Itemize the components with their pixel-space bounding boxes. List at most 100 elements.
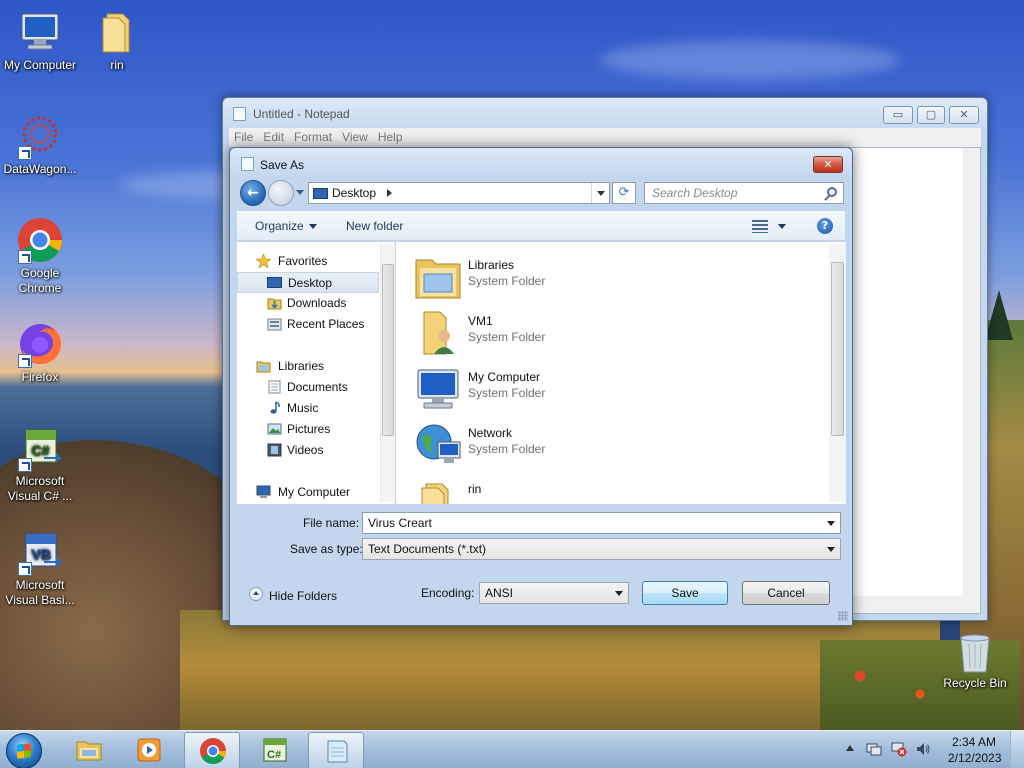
nav-item-downloads[interactable]: Downloads (237, 293, 379, 314)
nav-item-recent-places[interactable]: Recent Places (237, 314, 379, 335)
view-options-chevron-icon[interactable] (778, 224, 786, 229)
chrome-icon (16, 216, 64, 264)
notepad-close-button[interactable]: ✕ (949, 106, 979, 124)
notepad-titlebar[interactable]: Untitled - Notepad ▭ ▢ ✕ (223, 98, 987, 128)
system-clock[interactable]: 2:34 AM 2/12/2023 (948, 734, 1002, 766)
desktop-icon (267, 277, 282, 288)
visual-basic-icon: VB (16, 528, 64, 576)
visual-csharp-icon: C# (16, 424, 64, 472)
desktop-icon-label-line2: Visual Basi... (5, 593, 75, 607)
file-name-input[interactable]: Virus Creart (362, 512, 841, 534)
save-as-type-select[interactable]: Text Documents (*.txt) (362, 538, 841, 560)
notepad-icon (327, 740, 348, 763)
desktop-icon-visual-basic[interactable]: VB Microsoft Visual Basi... (0, 528, 80, 608)
file-name: Libraries (468, 258, 515, 272)
desktop-icon-recycle-bin[interactable]: Recycle Bin (935, 632, 1015, 691)
scrollbar-thumb[interactable] (831, 262, 844, 436)
notepad-icon (241, 157, 254, 171)
desktop-icon-firefox[interactable]: Firefox (0, 320, 80, 385)
volume-icon[interactable] (915, 741, 931, 757)
hide-folders-button[interactable]: Hide Folders (269, 589, 337, 603)
chevron-down-icon[interactable] (827, 547, 835, 552)
nav-libraries[interactable]: Libraries (237, 356, 379, 377)
desktop-icon-label-line1: Microsoft (15, 578, 65, 592)
taskbar-explorer[interactable] (61, 732, 117, 768)
downloads-icon (267, 298, 282, 310)
action-center-icon[interactable] (866, 741, 882, 757)
network-status-icon[interactable] (891, 741, 907, 757)
address-bar[interactable]: Desktop (308, 182, 610, 204)
desktop-icon-label-line2: Chrome (18, 281, 62, 295)
search-input[interactable]: Search Desktop (644, 182, 844, 204)
dialog-close-button[interactable]: ✕ (813, 156, 843, 173)
nav-label: Libraries (278, 359, 325, 373)
file-name-label: File name: (303, 516, 360, 530)
cancel-button[interactable]: Cancel (742, 581, 830, 605)
chevron-down-icon[interactable] (615, 591, 623, 596)
hide-folders-chevron-icon[interactable] (249, 587, 263, 601)
nav-item-music[interactable]: Music (237, 398, 379, 419)
address-dropdown-button[interactable] (591, 183, 609, 203)
nav-item-desktop[interactable]: Desktop (237, 272, 379, 293)
nav-label: Videos (287, 443, 324, 457)
chevron-down-icon[interactable] (827, 521, 835, 526)
forward-button[interactable] (268, 180, 294, 206)
show-hidden-icons-chevron-icon[interactable] (846, 745, 854, 751)
taskbar-chrome[interactable] (184, 732, 240, 768)
computer-icon (256, 485, 271, 498)
file-item-network[interactable]: Network System Folder (406, 418, 806, 470)
refresh-button[interactable]: ⟳ (612, 182, 636, 204)
breadcrumb-chevron-icon[interactable] (387, 189, 392, 197)
show-desktop-button[interactable] (1010, 731, 1024, 768)
scrollbar-thumb[interactable] (382, 264, 394, 436)
file-name-value[interactable]: Virus Creart (368, 516, 432, 530)
desktop-icon-datawagon[interactable]: DataWagon... (0, 112, 80, 177)
navigation-pane-scrollbar[interactable] (380, 244, 395, 502)
maximize-button[interactable]: ▢ (917, 106, 945, 124)
desktop-icon-google-chrome[interactable]: Google Chrome (0, 216, 80, 296)
nav-item-documents[interactable]: Documents (237, 377, 379, 398)
taskbar-notepad[interactable] (308, 732, 364, 768)
taskbar-media-player[interactable] (121, 732, 177, 768)
minimize-button[interactable]: ▭ (883, 106, 913, 124)
encoding-select[interactable]: ANSI (479, 582, 629, 604)
start-button[interactable] (6, 733, 42, 768)
desktop-icon-rin[interactable]: rin (77, 8, 157, 73)
menu-format[interactable]: Format (289, 128, 337, 147)
nav-my-computer[interactable]: My Computer (237, 482, 379, 503)
address-location[interactable]: Desktop (332, 186, 376, 200)
desktop-icon-my-computer[interactable]: My Computer (0, 8, 80, 73)
resize-grip[interactable] (838, 611, 848, 621)
nav-item-videos[interactable]: Videos (237, 440, 379, 461)
organize-button[interactable]: Organize (255, 219, 317, 233)
menu-help[interactable]: Help (373, 128, 408, 147)
file-list-scrollbar[interactable] (829, 244, 846, 502)
nav-favorites[interactable]: Favorites (237, 251, 379, 272)
file-name: My Computer (468, 370, 541, 384)
taskbar-visual-csharp[interactable]: C# (247, 732, 303, 768)
menu-file[interactable]: File (229, 128, 258, 147)
back-button[interactable]: ← (240, 180, 266, 206)
change-view-icon[interactable] (752, 220, 768, 233)
dialog-titlebar[interactable]: Save As ✕ (230, 148, 852, 178)
explorer-icon (76, 741, 102, 761)
wallpaper-cloud (600, 40, 900, 80)
new-folder-button[interactable]: New folder (346, 219, 403, 233)
help-icon[interactable]: ? (817, 218, 833, 234)
save-as-dialog[interactable]: Save As ✕ ← Desktop ⟳ Search Desktop Org… (229, 147, 853, 626)
file-item-rin[interactable]: rin (406, 474, 806, 504)
nav-item-pictures[interactable]: Pictures (237, 419, 379, 440)
file-item-my-computer[interactable]: My Computer System Folder (406, 362, 806, 414)
shortcut-arrow-icon (18, 458, 32, 472)
file-item-vm1[interactable]: VM1 System Folder (406, 306, 806, 358)
recent-locations-chevron-icon[interactable] (296, 190, 304, 195)
menu-edit[interactable]: Edit (258, 128, 289, 147)
clock-date: 2/12/2023 (948, 751, 1002, 765)
save-button[interactable]: Save (642, 581, 728, 605)
menu-view[interactable]: View (337, 128, 373, 147)
search-icon[interactable] (827, 187, 837, 197)
notepad-vertical-scrollbar[interactable] (963, 148, 980, 596)
desktop-icon-visual-csharp[interactable]: C# Microsoft Visual C# ... (0, 424, 80, 504)
user-folder-icon (423, 311, 454, 355)
file-item-libraries[interactable]: Libraries System Folder (406, 250, 806, 302)
